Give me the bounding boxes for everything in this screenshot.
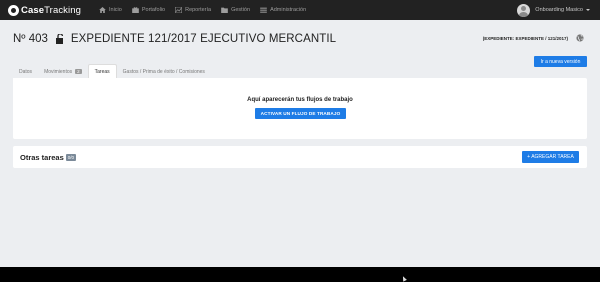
brand-logo[interactable]: CaseTracking [8, 4, 81, 16]
page-title: EXPEDIENTE 121/2017 EJECUTIVO MERCANTIL [70, 33, 337, 45]
nav-item-label: Administración [270, 7, 307, 13]
tab-label: Movimientos [44, 68, 73, 75]
chevron-down-icon [586, 9, 590, 11]
nav-item-label: Gestión [231, 7, 251, 13]
tab-bar: Datos Movimientos 2 Tareas Gastos / Prima… [13, 64, 211, 78]
user-name: Onboarding Masico [535, 7, 583, 13]
tab-datos[interactable]: Datos [13, 65, 38, 78]
top-navbar: CaseTracking Inicio Portafolio Reporterí… [0, 0, 600, 20]
chart-icon [175, 7, 183, 13]
nav-item-administracion[interactable]: Administración [260, 7, 306, 13]
nav-item-reporteria[interactable]: Reportería [175, 7, 211, 13]
page-header: Nº 403 EXPEDIENTE 121/2017 EJECUTIVO MER… [13, 33, 336, 45]
globe-icon[interactable] [576, 34, 584, 42]
mouse-cursor-icon [401, 275, 407, 282]
tab-tareas[interactable]: Tareas [87, 64, 117, 78]
main-content: Nº 403 EXPEDIENTE 121/2017 EJECUTIVO MER… [0, 20, 600, 267]
tasks-count-badge: 0/0 [65, 154, 77, 161]
tab-movimientos[interactable]: Movimientos 2 [38, 65, 88, 78]
list-icon [260, 7, 267, 13]
nav-item-label: Reportería [185, 7, 212, 13]
home-icon [99, 7, 106, 13]
workflow-empty-message: Aquí aparecerán tus flujos de trabajo [247, 97, 353, 103]
nav-item-label: Portafolio [141, 7, 166, 13]
user-menu[interactable]: Onboarding Masico [517, 0, 590, 20]
nav-item-portafolio[interactable]: Portafolio [132, 7, 165, 13]
new-version-button[interactable]: Ir a nueva versión [534, 56, 587, 67]
tab-label: Datos [19, 68, 33, 75]
count-badge: 2 [75, 69, 82, 74]
logo-icon [8, 4, 19, 16]
nav-item-label: Inicio [109, 7, 122, 13]
other-tasks-heading: Otras tareas 0/0 [20, 153, 77, 162]
avatar [517, 3, 531, 17]
briefcase-icon [132, 7, 139, 13]
other-tasks-title: Otras tareas [20, 153, 64, 162]
add-task-button[interactable]: + AGREGAR TAREA [522, 151, 579, 163]
case-code: (EXPEDIENTE: EXPEDIENTE / 121/2017) [482, 36, 568, 41]
other-tasks-panel: Otras tareas 0/0 + AGREGAR TAREA [13, 146, 587, 168]
case-number: Nº 403 [13, 33, 48, 45]
unlock-icon[interactable] [55, 34, 65, 44]
tab-gastos[interactable]: Gastos / Prima de éxito / Comisiones [117, 65, 211, 78]
nav-item-inicio[interactable]: Inicio [99, 7, 122, 13]
brand-name-bold: Case [21, 4, 45, 16]
folder-icon [221, 7, 228, 13]
workflow-panel: Aquí aparecerán tus flujos de trabajo AC… [13, 78, 587, 139]
activate-workflow-button[interactable]: ACTIVAR UN FLUJO DE TRABAJO [255, 108, 346, 119]
nav-item-gestion[interactable]: Gestión [221, 7, 250, 13]
tab-label: Gastos / Prima de éxito / Comisiones [122, 68, 205, 75]
brand-name-regular: Tracking [44, 4, 81, 16]
tab-label: Tareas [94, 68, 110, 75]
